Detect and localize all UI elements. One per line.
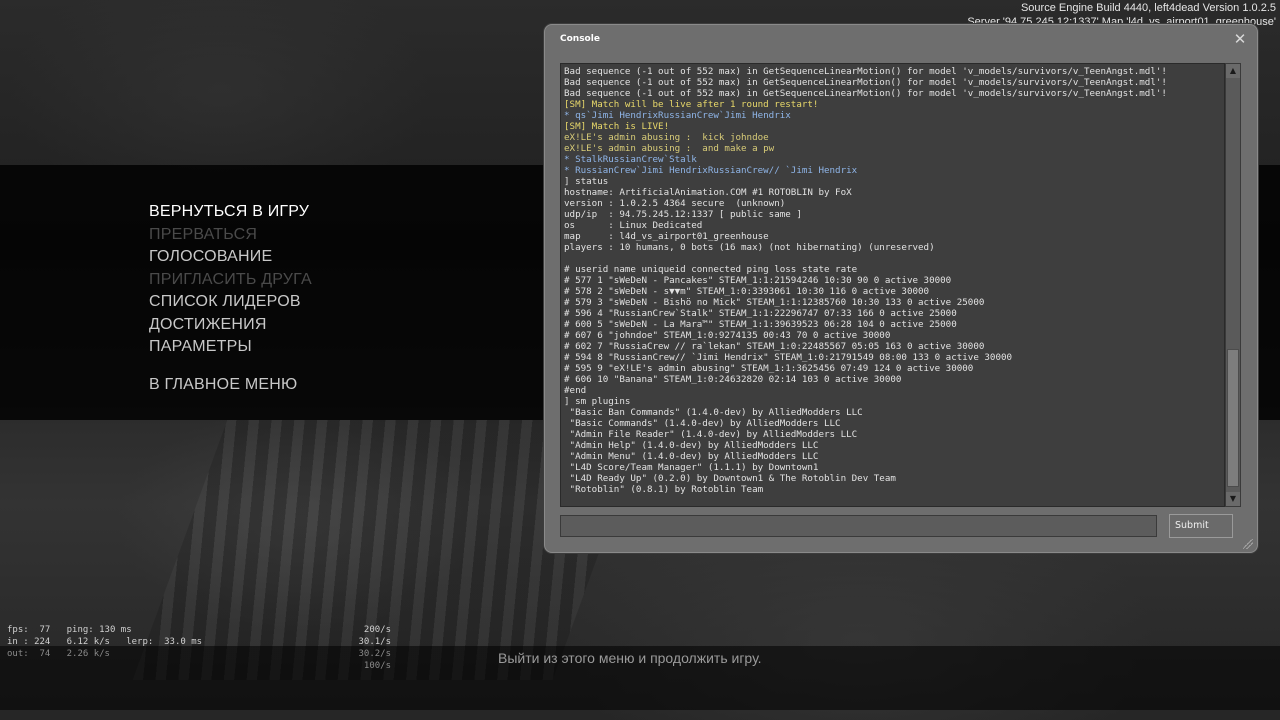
console-line: eX!LE's admin abusing : and make a pw bbox=[564, 143, 775, 154]
net-graph-rate: 200/s bbox=[363, 625, 391, 635]
net-graph-row: out: 74 2.26 k/s 30.2/s bbox=[7, 648, 397, 660]
net-graph-stats: in : 224 6.12 k/s lerp: 33.0 ms bbox=[7, 637, 203, 647]
console-line: players : 10 humans, 0 bots (16 max) (no… bbox=[564, 242, 935, 253]
submit-button[interactable]: Submit bbox=[1169, 514, 1233, 538]
console-line: * RussianCrew`Jimi HendrixRussianCrew// … bbox=[564, 165, 858, 176]
scroll-up-icon[interactable]: ▲ bbox=[1226, 64, 1240, 78]
net-graph-rate: 100/s bbox=[363, 661, 391, 671]
net-graph-stats: fps: 77 ping: 130 ms bbox=[7, 625, 132, 635]
console-line: # 607 6 "johndoe" STEAM_1:0:9274135 00:4… bbox=[564, 330, 891, 341]
console-line: # 596 4 "RussianCrew`Stalk" STEAM_1:1:22… bbox=[564, 308, 957, 319]
console-line: [SM] Match will be live after 1 round re… bbox=[564, 99, 819, 110]
console-line: version : 1.0.2.5 4364 secure (unknown) bbox=[564, 198, 786, 209]
console-window: Console ✕ Bad sequence (-1 out of 552 ma… bbox=[544, 24, 1258, 553]
console-line: eX!LE's admin abusing : kick johndoe bbox=[564, 132, 769, 143]
net-graph-stats: out: 74 2.26 k/s bbox=[7, 649, 110, 659]
menu-item-vote[interactable]: ГОЛОСОВАНИЕ bbox=[149, 248, 272, 266]
menu-hint: Выйти из этого меню и продолжить игру. bbox=[498, 650, 762, 666]
console-line: "Admin Help" (1.4.0-dev) by AlliedModder… bbox=[564, 440, 819, 451]
build-info-line1: Source Engine Build 4440, left4dead Vers… bbox=[1020, 2, 1276, 14]
menu-item-main-menu[interactable]: В ГЛАВНОЕ МЕНЮ bbox=[149, 376, 297, 394]
console-line: Bad sequence (-1 out of 552 max) in GetS… bbox=[564, 88, 1167, 99]
console-line: udp/ip : 94.75.245.12:1337 [ public same… bbox=[564, 209, 802, 220]
console-line: # 577 1 "sWeDeN - Pancakes" STEAM_1:1:21… bbox=[564, 275, 952, 286]
menu-item-resume[interactable]: ВЕРНУТЬСЯ В ИГРУ bbox=[149, 203, 309, 221]
console-line: map : l4d_vs_airport01_greenhouse bbox=[564, 231, 769, 242]
console-line: # 602 7 "RussiaCrew // ra`lekan" STEAM_1… bbox=[564, 341, 985, 352]
console-line: # 579 3 "sWeDeN - Bishö no Mick" STEAM_1… bbox=[564, 297, 985, 308]
console-line: # 595 9 "eX!LE's admin abusing" STEAM_1:… bbox=[564, 363, 974, 374]
console-line: "Basic Ban Commands" (1.4.0-dev) by Alli… bbox=[564, 407, 863, 418]
console-line: #end bbox=[564, 385, 587, 396]
console-line: * StalkRussianCrew`Stalk bbox=[564, 154, 697, 165]
console-scrollbar[interactable]: ▲ ▼ bbox=[1225, 63, 1241, 507]
console-line: [SM] Match is LIVE! bbox=[564, 121, 670, 132]
console-line: "Basic Commands" (1.4.0-dev) by AlliedMo… bbox=[564, 418, 841, 429]
net-graph-rate: 30.1/s bbox=[358, 637, 391, 647]
console-line: # 600 5 "sWeDeN - La Mara™" STEAM_1:1:39… bbox=[564, 319, 957, 330]
menu-item-achievements[interactable]: ДОСТИЖЕНИЯ bbox=[149, 316, 267, 334]
resize-grip-icon[interactable] bbox=[1243, 539, 1253, 549]
menu-item-options[interactable]: ПАРАМЕТРЫ bbox=[149, 338, 252, 356]
console-line: "Admin Menu" (1.4.0-dev) by AlliedModder… bbox=[564, 451, 819, 462]
console-line: # userid name uniqueid connected ping lo… bbox=[564, 264, 858, 275]
net-graph: fps: 77 ping: 130 ms 200/s in : 224 6.12 k… bbox=[7, 624, 397, 672]
console-line: * qs`Jimi HendrixRussianCrew`Jimi Hendri… bbox=[564, 110, 791, 121]
console-log: Bad sequence (-1 out of 552 max) in GetS… bbox=[560, 63, 1225, 507]
console-line: "L4D Ready Up" (0.2.0) by Downtown1 & Th… bbox=[564, 473, 896, 484]
menu-item-invite-friend: ПРИГЛАСИТЬ ДРУГА bbox=[149, 271, 312, 288]
console-line: ] status bbox=[564, 176, 609, 187]
menu-item-take-break: ПРЕРВАТЬСЯ bbox=[149, 226, 258, 243]
menu-item-leaderboards[interactable]: СПИСОК ЛИДЕРОВ bbox=[149, 293, 301, 311]
net-graph-rate: 30.2/s bbox=[358, 649, 391, 659]
console-line: Bad sequence (-1 out of 552 max) in GetS… bbox=[564, 66, 1167, 77]
net-graph-row: in : 224 6.12 k/s lerp: 33.0 ms 30.1/s bbox=[7, 636, 397, 648]
scroll-down-icon[interactable]: ▼ bbox=[1226, 492, 1240, 506]
console-title: Console bbox=[560, 34, 600, 44]
console-line: hostname: ArtificialAnimation.COM #1 ROT… bbox=[564, 187, 852, 198]
scrollbar-thumb[interactable] bbox=[1227, 349, 1239, 487]
console-line: os : Linux Dedicated bbox=[564, 220, 703, 231]
console-line: "L4D Score/Team Manager" (1.1.1) by Down… bbox=[564, 462, 819, 473]
console-line: # 578 2 "sWeDeN - s▼▼m" STEAM_1:0:339306… bbox=[564, 286, 930, 297]
console-line: "Rotoblin" (0.8.1) by Rotoblin Team bbox=[564, 484, 764, 495]
console-line: # 594 8 "RussianCrew// `Jimi Hendrix" ST… bbox=[564, 352, 1013, 363]
console-line: # 606 10 "Banana" STEAM_1:0:24632820 02:… bbox=[564, 374, 902, 385]
console-log-lines: Bad sequence (-1 out of 552 max) in GetS… bbox=[564, 66, 1222, 495]
console-command-input[interactable] bbox=[560, 515, 1157, 537]
console-line: Bad sequence (-1 out of 552 max) in GetS… bbox=[564, 77, 1167, 88]
close-icon[interactable]: ✕ bbox=[1233, 32, 1247, 47]
console-line: "Admin File Reader" (1.4.0-dev) by Allie… bbox=[564, 429, 858, 440]
net-graph-row: 100/s bbox=[7, 660, 397, 672]
net-graph-row: fps: 77 ping: 130 ms 200/s bbox=[7, 624, 397, 636]
console-line: ] sm plugins bbox=[564, 396, 631, 407]
